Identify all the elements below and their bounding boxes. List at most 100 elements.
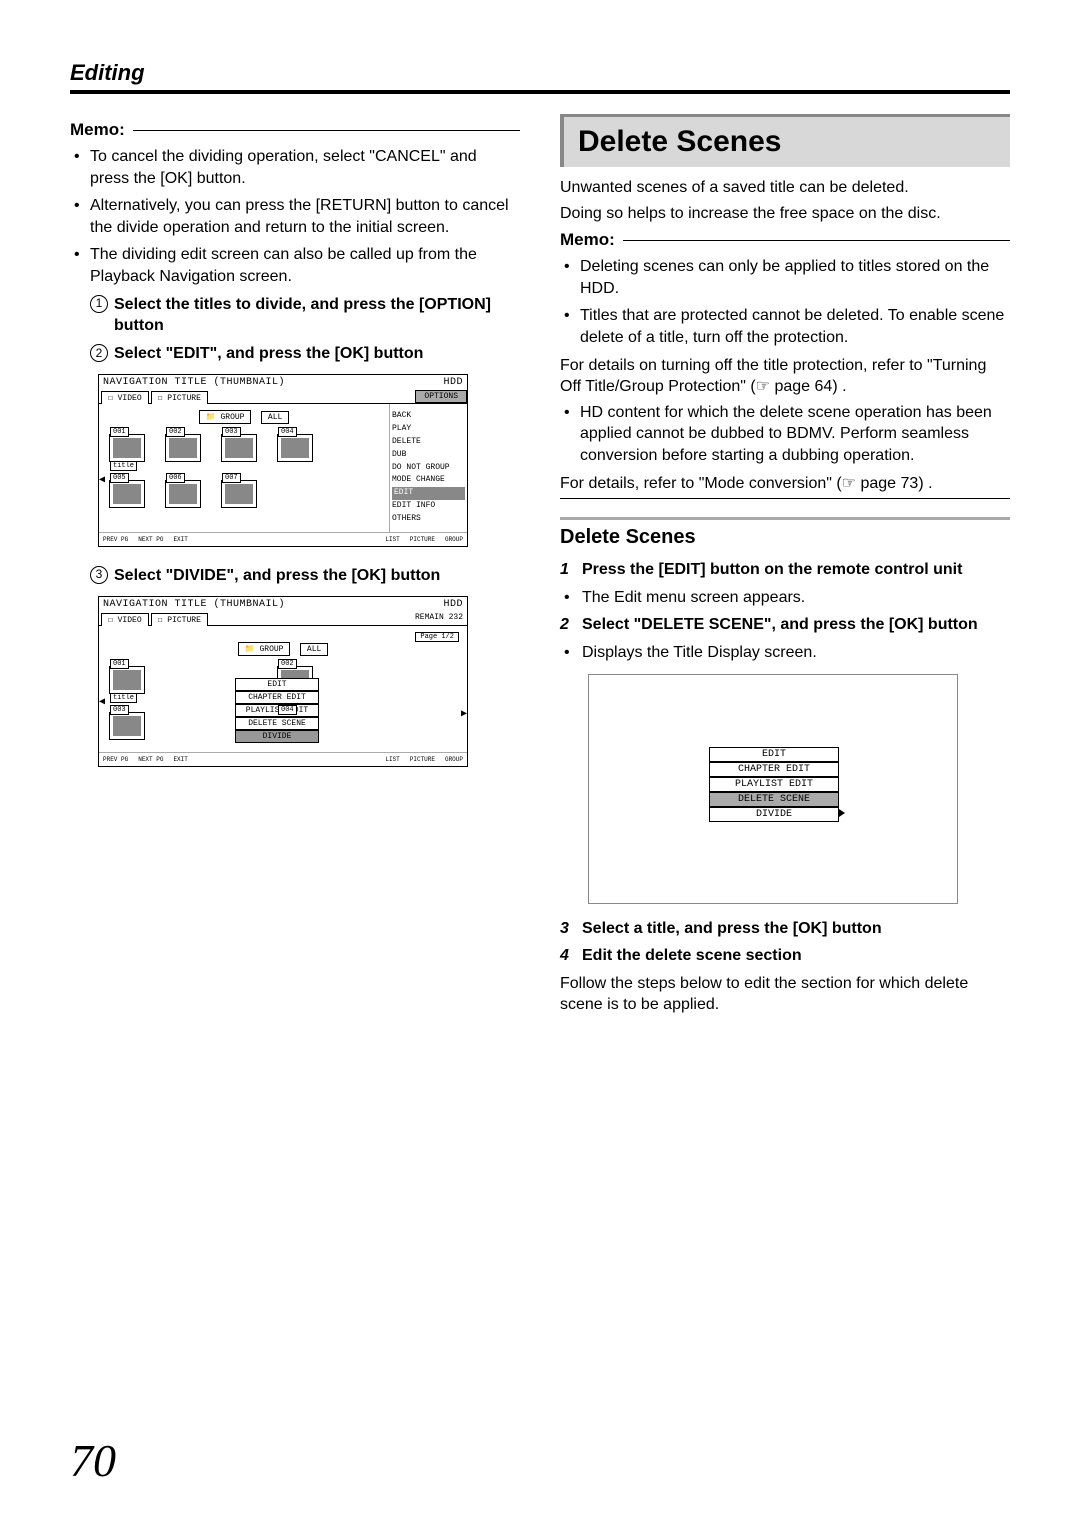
thumbnail[interactable]: 006	[165, 480, 201, 508]
memo-bullets-left: To cancel the dividing operation, select…	[70, 146, 520, 288]
memo-header-right: Memo:	[560, 230, 1010, 250]
tab-video[interactable]: ☐ VIDEO	[101, 391, 149, 404]
page-indicator: Page 1/2	[415, 632, 459, 642]
thumbnail[interactable]: 005	[109, 480, 145, 508]
step-3: Select a title, and press the [OK] butto…	[560, 918, 1010, 940]
thumbnail[interactable]: 003	[221, 434, 257, 462]
step-number-icon: 1	[90, 295, 108, 313]
menu-divide[interactable]: DIVIDE	[235, 730, 319, 743]
thumb-id: 001	[110, 427, 129, 437]
right-column: Delete Scenes Unwanted scenes of a saved…	[560, 114, 1010, 1020]
thumb-id: 004	[278, 427, 297, 437]
side-item[interactable]: PLAY	[392, 423, 465, 436]
foot-list: LIST	[385, 536, 399, 543]
thumbnail[interactable]: 007	[221, 480, 257, 508]
side-item[interactable]: DUB	[392, 449, 465, 462]
thumbnail[interactable]: 001title	[109, 434, 145, 462]
menu-playlist-edit[interactable]: PLAYLIST EDIT	[235, 704, 319, 717]
menu-chapter-edit[interactable]: CHAPTER EDIT	[235, 691, 319, 704]
step-3: 3 Select "DIVIDE", and press the [OK] but…	[90, 565, 520, 587]
memo-bullet: HD content for which the delete scene op…	[560, 402, 1010, 467]
navigation-screen-mock-1: NAVIGATION TITLE (THUMBNAIL) HDD ☐ VIDEO…	[98, 374, 468, 546]
memo-label: Memo:	[70, 120, 125, 140]
group-label: GROUP	[220, 413, 244, 422]
foot-exit: EXIT	[173, 756, 187, 763]
cross-ref: For details on turning off the title pro…	[560, 355, 1010, 398]
left-column: Memo: To cancel the dividing operation, …	[70, 114, 520, 1020]
subsection-delete-scenes: Delete Scenes Press the [EDIT] button on…	[560, 517, 1010, 1016]
tab-label: PICTURE	[167, 616, 201, 625]
tab-picture[interactable]: ☐ PICTURE	[151, 613, 208, 626]
menu-delete-scene[interactable]: DELETE SCENE	[709, 792, 839, 807]
side-item[interactable]: MODE CHANGE	[392, 474, 465, 487]
menu-edit[interactable]: EDIT	[235, 678, 319, 691]
menu-chapter-edit[interactable]: CHAPTER EDIT	[709, 762, 839, 777]
thumbnail[interactable]: 002	[165, 434, 201, 462]
mock-footer: PREV PG NEXT PG EXIT LIST PICTURE GROUP	[99, 532, 467, 546]
thumb-id: 007	[222, 473, 241, 483]
all-button[interactable]: ALL	[261, 411, 289, 424]
side-item[interactable]: DO NOT GROUP	[392, 462, 465, 475]
step-text: Select the titles to divide, and press t…	[114, 296, 491, 335]
options-side-menu: BACK PLAY DELETE DUB DO NOT GROUP MODE C…	[389, 404, 467, 531]
tab-picture[interactable]: ☐ PICTURE	[151, 391, 208, 404]
memo-label: Memo:	[560, 230, 615, 250]
step-1: 1 Select the titles to divide, and press …	[90, 294, 520, 337]
all-button[interactable]: ALL	[300, 643, 328, 656]
group-button[interactable]: 📁 GROUP	[199, 410, 252, 424]
arrow-right-icon[interactable]: ▶	[461, 708, 467, 720]
memo-bullets-right-2: HD content for which the delete scene op…	[560, 402, 1010, 467]
arrow-left-icon[interactable]: ◀	[99, 696, 105, 708]
step-2: 2 Select "EDIT", and press the [OK] butto…	[90, 343, 520, 365]
group-label: GROUP	[259, 645, 283, 654]
remain-label: REMAIN 232	[411, 612, 467, 625]
subsection-heading: Delete Scenes	[560, 526, 1010, 549]
hdd-label: HDD	[443, 377, 463, 388]
tab-label: VIDEO	[118, 616, 142, 625]
step-1: Press the [EDIT] button on the remote co…	[560, 559, 1010, 581]
options-label: OPTIONS	[415, 390, 467, 403]
step-number-icon: 3	[90, 566, 108, 584]
thumb-title: title	[110, 461, 137, 471]
step-text: Select "DIVIDE", and press the [OK] butt…	[114, 567, 440, 584]
step-number-icon: 2	[90, 344, 108, 362]
menu-playlist-edit[interactable]: PLAYLIST EDIT	[709, 777, 839, 792]
group-button[interactable]: 📁 GROUP	[238, 642, 291, 656]
edit-menu-mock: EDIT CHAPTER EDIT PLAYLIST EDIT DELETE S…	[588, 674, 958, 904]
memo-bullet: The dividing edit screen can also be cal…	[70, 244, 520, 287]
edit-submenu: EDIT CHAPTER EDIT PLAYLIST EDIT DELETE S…	[235, 678, 319, 743]
arrow-left-icon[interactable]: ◀	[99, 474, 105, 486]
thumb-id: 005	[110, 473, 129, 483]
step-4-note: Follow the steps below to edit the secti…	[560, 973, 1010, 1016]
memo-bullet: Deleting scenes can only be applied to t…	[560, 256, 1010, 299]
tab-video[interactable]: ☐ VIDEO	[101, 613, 149, 626]
menu-edit[interactable]: EDIT	[709, 747, 839, 762]
side-item[interactable]: BACK	[392, 410, 465, 423]
cursor-icon	[839, 809, 845, 817]
page-number: 70	[70, 1434, 116, 1487]
nav-title: NAVIGATION TITLE (THUMBNAIL)	[103, 599, 285, 610]
side-item[interactable]: EDIT INFO	[392, 500, 465, 513]
menu-divide[interactable]: DIVIDE	[709, 807, 839, 822]
foot-prev: PREV PG	[103, 536, 128, 543]
page-title: Delete Scenes	[560, 114, 1010, 167]
thumb-id: 002	[278, 659, 297, 669]
thumb-title: title	[110, 693, 137, 703]
step-note: The Edit menu screen appears.	[560, 587, 1010, 609]
section-header: Editing	[70, 60, 1010, 94]
thumbnail[interactable]: 003	[109, 712, 145, 740]
foot-group: GROUP	[445, 536, 463, 543]
side-item[interactable]: DELETE	[392, 436, 465, 449]
thumbnail[interactable]: 001title	[109, 666, 145, 694]
memo-bullet: Alternatively, you can press the [RETURN…	[70, 195, 520, 238]
step-text: Select "EDIT", and press the [OK] button	[114, 345, 423, 362]
foot-group: GROUP	[445, 756, 463, 763]
side-item-edit[interactable]: EDIT	[392, 487, 465, 500]
thumbnail[interactable]: 004	[277, 434, 313, 462]
foot-exit: EXIT	[173, 536, 187, 543]
hdd-label: HDD	[443, 599, 463, 610]
side-item[interactable]: OTHERS	[392, 513, 465, 526]
thumb-id: 006	[166, 473, 185, 483]
menu-delete-scene[interactable]: DELETE SCENE	[235, 717, 319, 730]
tab-label: VIDEO	[118, 394, 142, 403]
